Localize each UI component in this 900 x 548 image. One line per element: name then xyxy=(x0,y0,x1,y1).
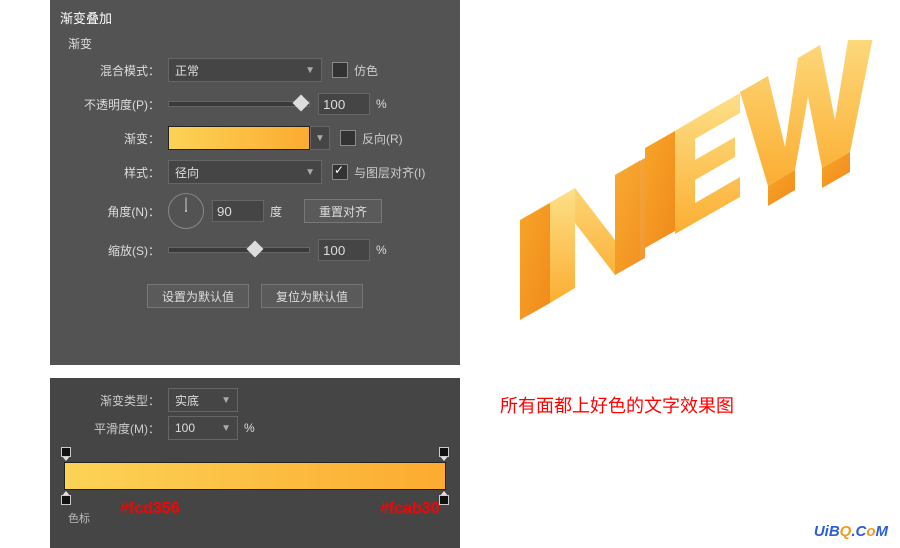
text-effect-preview xyxy=(490,40,890,380)
chevron-down-icon: ▼ xyxy=(305,167,315,178)
smoothness-value: 100 xyxy=(175,421,195,435)
panel-subtitle: 渐变 xyxy=(50,35,460,52)
default-buttons: 设置为默认值 复位为默认值 xyxy=(50,284,460,308)
scale-slider[interactable] xyxy=(168,247,310,253)
gradient-type-value: 实底 xyxy=(175,392,199,409)
opacity-stop-left[interactable] xyxy=(61,449,71,461)
style-value: 径向 xyxy=(175,164,199,181)
blend-mode-select[interactable]: 正常 ▼ xyxy=(168,58,322,82)
angle-row: 角度(N)： 度 重置对齐 xyxy=(50,190,460,232)
angle-dial[interactable] xyxy=(168,193,204,229)
gradient-editor-panel: 渐变类型： 实底 ▼ 平滑度(M)： 100 ▼ % #fcd356 #fcab… xyxy=(50,378,460,548)
set-default-button[interactable]: 设置为默认值 xyxy=(147,284,249,308)
scale-label: 缩放(S)： xyxy=(50,242,168,259)
scale-unit: % xyxy=(376,243,387,257)
gradient-preview[interactable] xyxy=(168,126,310,150)
angle-unit: 度 xyxy=(270,203,282,220)
blend-mode-row: 混合模式： 正常 ▼ 仿色 xyxy=(50,54,460,86)
color-stop-right[interactable] xyxy=(439,491,449,503)
preview-caption: 所有面都上好色的文字效果图 xyxy=(500,392,734,418)
hex-right-annotation: #fcab30 xyxy=(380,500,440,518)
gradient-row: 渐变： ▼ 反向(R) xyxy=(50,122,460,154)
align-label: 与图层对齐(I) xyxy=(354,164,425,181)
color-stop-left[interactable] xyxy=(61,491,71,503)
reverse-label: 反向(R) xyxy=(362,130,403,147)
chevron-down-icon: ▼ xyxy=(315,133,325,144)
gradient-type-select[interactable]: 实底 ▼ xyxy=(168,388,238,412)
hex-left-annotation: #fcd356 xyxy=(120,500,180,518)
opacity-input[interactable] xyxy=(318,93,370,115)
angle-input[interactable] xyxy=(212,200,264,222)
gradient-type-label: 渐变类型： xyxy=(50,392,168,409)
watermark: UiBQ.CoM xyxy=(814,523,888,540)
scale-input[interactable] xyxy=(318,239,370,261)
style-label: 样式： xyxy=(50,164,168,181)
angle-label: 角度(N)： xyxy=(50,203,168,220)
gradient-type-row: 渐变类型： 实底 ▼ xyxy=(50,378,460,414)
smoothness-row: 平滑度(M)： 100 ▼ % xyxy=(50,414,460,442)
opacity-row: 不透明度(P)： % xyxy=(50,88,460,120)
opacity-label: 不透明度(P)： xyxy=(50,96,168,113)
chevron-down-icon: ▼ xyxy=(221,395,231,406)
opacity-slider[interactable] xyxy=(168,101,310,107)
blend-mode-value: 正常 xyxy=(175,62,199,79)
scale-row: 缩放(S)： % xyxy=(50,234,460,266)
gradient-overlay-panel: 渐变叠加 渐变 混合模式： 正常 ▼ 仿色 不透明度(P)： % 渐变： ▼ 反… xyxy=(50,0,460,365)
gradient-label: 渐变： xyxy=(50,130,168,147)
chevron-down-icon: ▼ xyxy=(305,65,315,76)
blend-mode-label: 混合模式： xyxy=(50,62,168,79)
slider-thumb[interactable] xyxy=(293,95,310,112)
opacity-unit: % xyxy=(376,97,387,111)
dither-checkbox[interactable] xyxy=(332,62,348,78)
smoothness-label: 平滑度(M)： xyxy=(50,420,168,437)
dither-label: 仿色 xyxy=(354,62,378,79)
align-checkbox[interactable] xyxy=(332,164,348,180)
reverse-checkbox[interactable] xyxy=(340,130,356,146)
reset-align-button[interactable]: 重置对齐 xyxy=(304,199,382,223)
smoothness-select[interactable]: 100 ▼ xyxy=(168,416,238,440)
gradient-bar[interactable] xyxy=(64,462,446,490)
reset-default-button[interactable]: 复位为默认值 xyxy=(261,284,363,308)
chevron-down-icon: ▼ xyxy=(221,423,231,434)
smoothness-unit: % xyxy=(244,421,255,435)
slider-thumb[interactable] xyxy=(247,241,264,258)
style-row: 样式： 径向 ▼ 与图层对齐(I) xyxy=(50,156,460,188)
gradient-dropdown[interactable]: ▼ xyxy=(310,126,330,150)
opacity-stop-right[interactable] xyxy=(439,449,449,461)
style-select[interactable]: 径向 ▼ xyxy=(168,160,322,184)
panel-title: 渐变叠加 xyxy=(50,0,460,35)
